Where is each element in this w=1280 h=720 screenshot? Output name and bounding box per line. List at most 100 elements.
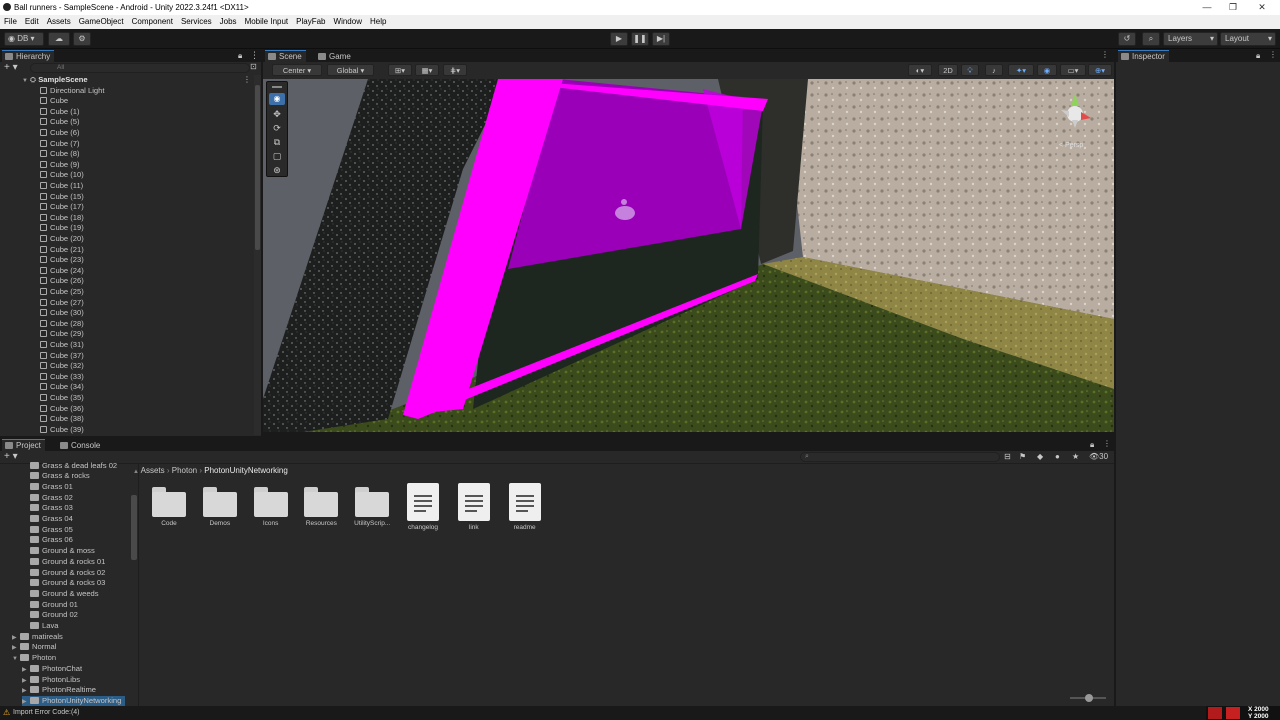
project-tree-item[interactable]: Grass 06 [22, 535, 73, 546]
camera-icon[interactable]: ▭▾ [1060, 64, 1086, 76]
hierarchy-scrollbar[interactable] [254, 75, 261, 435]
hierarchy-item[interactable]: Cube (11) [40, 181, 83, 192]
scale-tool-icon[interactable]: ⧉ [269, 136, 285, 148]
hierarchy-item[interactable]: Cube (21) [40, 245, 84, 256]
project-tree-item[interactable]: ▼ Photon [12, 653, 56, 664]
hierarchy-item[interactable]: Cube (28) [40, 319, 84, 330]
project-tree-item[interactable]: Grass & rocks [22, 471, 90, 482]
hierarchy-item[interactable]: Cube (25) [40, 287, 84, 298]
increment-snap-icon[interactable]: ⋕▾ [443, 64, 467, 76]
hierarchy-item[interactable]: Cube (39) [40, 425, 84, 436]
project-tree-item[interactable]: Ground & rocks 02 [22, 568, 105, 579]
breadcrumb-photon[interactable]: Photon [172, 466, 197, 475]
hierarchy-item[interactable]: Cube (32) [40, 361, 84, 372]
menu-item-window[interactable]: Window [330, 15, 366, 29]
maximize-button[interactable]: ❐ [1226, 1, 1240, 13]
project-tree-item[interactable]: Grass 05 [22, 525, 73, 536]
tab-game[interactable]: Game [315, 50, 355, 62]
menu-item-services[interactable]: Services [177, 15, 216, 29]
search-by-importlog-icon[interactable]: ◆ [1037, 452, 1043, 461]
project-tree-item[interactable]: Grass & dead leafs 02 [22, 461, 117, 472]
search-by-label-icon[interactable]: ⚑ [1019, 452, 1026, 461]
scene-menu-icon[interactable]: ⋮ [243, 75, 251, 84]
hierarchy-item[interactable]: Cube (30) [40, 308, 84, 319]
gizmos-icon[interactable]: ⊕▾ [1088, 64, 1112, 76]
tab-scene[interactable]: Scene [265, 50, 306, 62]
close-button[interactable]: ✕ [1255, 1, 1269, 13]
hierarchy-item[interactable]: Cube (7) [40, 139, 80, 150]
project-lock-icon[interactable]: 🔒︎ [1090, 440, 1094, 450]
hierarchy-item[interactable]: Cube (18) [40, 213, 84, 224]
create-button[interactable]: + ▾ [4, 62, 24, 73]
effects-icon[interactable]: ✦▾ [1008, 64, 1034, 76]
step-button[interactable]: ▶| [652, 32, 670, 46]
minimize-button[interactable]: — [1200, 1, 1214, 13]
hierarchy-item[interactable]: Cube (36) [40, 404, 84, 415]
status-error-text[interactable]: Import Error Code:(4) [13, 709, 80, 716]
hierarchy-item[interactable]: Cube (29) [40, 329, 84, 340]
hierarchy-item[interactable]: Cube (35) [40, 393, 84, 404]
asset-item[interactable]: Icons [249, 487, 293, 527]
account-dropdown[interactable]: ◉ DB ▾ [4, 32, 44, 46]
menu-item-mobile-input[interactable]: Mobile Input [241, 15, 293, 29]
hierarchy-item[interactable]: Cube (24) [40, 266, 84, 277]
asset-item[interactable]: link [452, 483, 496, 531]
search-icon[interactable]: ⌕ [1142, 32, 1160, 46]
project-tree-item[interactable]: Grass 01 [22, 482, 73, 493]
project-tree-item[interactable]: Ground & rocks 01 [22, 557, 105, 568]
project-tree-item[interactable]: Ground & weeds [22, 589, 99, 600]
scene-more-icon[interactable]: ⋮ [1101, 50, 1109, 59]
hierarchy-item[interactable]: Cube (37) [40, 351, 84, 362]
layers-dropdown[interactable]: Layers ▾ [1163, 32, 1218, 46]
hierarchy-item[interactable]: Cube (34) [40, 382, 84, 393]
menu-item-help[interactable]: Help [366, 15, 390, 29]
grid-visibility-icon[interactable]: ▦▾ [415, 64, 439, 76]
tab-project[interactable]: Project [2, 439, 45, 451]
tree-arrow-icon[interactable]: ▼ [12, 654, 20, 665]
project-tree-item[interactable]: ▶ PhotonChat [22, 664, 82, 675]
history-icon[interactable]: ↺ [1118, 32, 1136, 46]
hierarchy-item[interactable]: Cube (6) [40, 128, 80, 139]
project-tree-item[interactable]: ▶ PhotonUnityNetworking [22, 695, 126, 707]
hierarchy-item[interactable]: Cube (23) [40, 255, 84, 266]
project-tree-scroll-thumb[interactable] [131, 495, 137, 560]
rect-tool-icon[interactable]: ▢ [269, 150, 285, 162]
move-tool-icon[interactable]: ✥ [269, 108, 285, 120]
hierarchy-item[interactable]: Cube (5) [40, 117, 80, 128]
scene-visibility-icon[interactable]: ⊡ [250, 62, 257, 71]
project-tree-item[interactable]: Ground & moss [22, 546, 95, 557]
scene-viewport[interactable]: < Persp ◉ ✥ ⟳ ⧉ ▢ ⊛ [263, 79, 1114, 432]
project-tree-item[interactable]: Lava [22, 621, 58, 632]
zoom-slider-handle[interactable] [1085, 694, 1093, 702]
asset-item[interactable]: Demos [198, 487, 242, 527]
hierarchy-item[interactable]: Cube (27) [40, 298, 84, 309]
menu-item-edit[interactable]: Edit [21, 15, 43, 29]
hierarchy-item[interactable]: Cube (19) [40, 223, 84, 234]
project-tree-item[interactable]: ▶ PhotonRealtime [22, 685, 96, 696]
hierarchy-item[interactable]: Cube [40, 96, 68, 107]
hierarchy-item[interactable]: Cube (15) [40, 192, 84, 203]
asset-item[interactable]: UtilityScrip... [350, 487, 394, 527]
menu-item-jobs[interactable]: Jobs [216, 15, 241, 29]
project-tree-item[interactable]: ▶ PhotonLibs [22, 675, 80, 686]
hidden-objects-icon[interactable]: ◉ [1037, 64, 1057, 76]
tab-console[interactable]: Console [57, 439, 105, 451]
hierarchy-item[interactable]: Cube (17) [40, 202, 84, 213]
more-icon[interactable]: ⋮ [250, 50, 259, 61]
inspector-lock-icon[interactable]: 🔒︎ [1256, 51, 1260, 61]
hierarchy-search-input[interactable]: All [30, 63, 250, 73]
view-tool-icon[interactable]: ◉ [269, 93, 285, 105]
project-tree-item[interactable]: Ground 01 [22, 600, 78, 611]
search-by-type-icon[interactable]: ⊟ [1004, 452, 1011, 461]
project-tree-item[interactable]: Grass 02 [22, 493, 73, 504]
lighting-icon[interactable]: 💡︎ [961, 64, 979, 76]
breadcrumb-assets[interactable]: Assets [141, 466, 165, 475]
menu-item-assets[interactable]: Assets [43, 15, 75, 29]
pause-button[interactable]: ❚❚ [631, 32, 649, 46]
project-tree-item[interactable]: Grass 04 [22, 514, 73, 525]
hierarchy-item[interactable]: Cube (10) [40, 170, 84, 181]
hierarchy-item[interactable]: Cube (9) [40, 160, 80, 171]
project-tree-item[interactable]: ▶ matireals [12, 632, 63, 643]
scene-root[interactable]: ▼ ⛭ SampleScene [22, 75, 88, 86]
project-splitter[interactable] [138, 464, 139, 706]
